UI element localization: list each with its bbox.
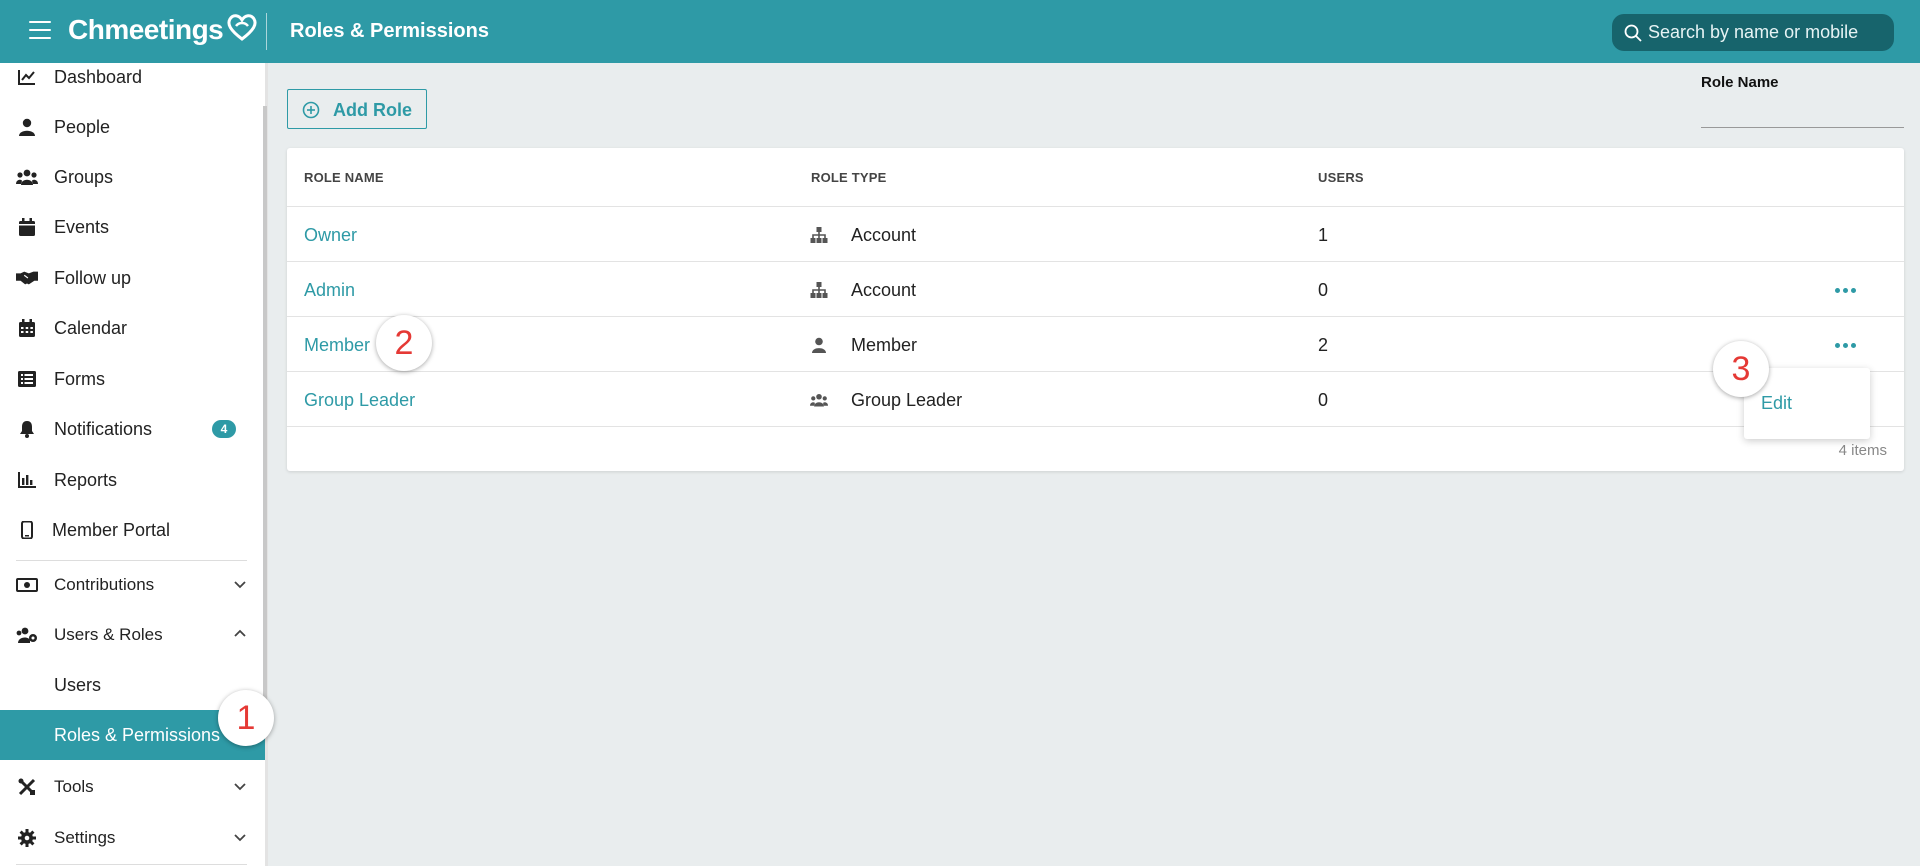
mobile-icon bbox=[16, 519, 38, 541]
bell-icon bbox=[16, 418, 38, 440]
column-header-role-name[interactable]: ROLE NAME bbox=[304, 170, 384, 185]
search-box[interactable] bbox=[1612, 14, 1894, 51]
sidebar-item-settings[interactable]: Settings bbox=[0, 813, 265, 863]
role-name-link[interactable]: Owner bbox=[304, 225, 357, 246]
sidebar-item-label: Events bbox=[54, 216, 110, 237]
role-type: Group Leader bbox=[851, 390, 963, 410]
tools-icon bbox=[16, 776, 38, 798]
sidebar-item-label: Groups bbox=[54, 166, 114, 187]
sidebar-item-forms[interactable]: Forms bbox=[0, 354, 265, 404]
edit-menu-item[interactable]: Edit bbox=[1761, 393, 1792, 414]
sidebar-item-groups[interactable]: Groups bbox=[0, 152, 265, 202]
logo-text: Chmeetings bbox=[68, 14, 224, 45]
top-bar: Chmeetings Roles & Permissions bbox=[0, 0, 1920, 63]
sidebar-item-label: Reports bbox=[54, 469, 118, 490]
sitemap-icon bbox=[810, 281, 828, 299]
users-icon bbox=[16, 166, 38, 188]
sidebar-item-label: Calendar bbox=[54, 317, 128, 338]
sidebar-item-contributions[interactable]: Contributions bbox=[0, 560, 265, 610]
page-title: Roles & Permissions bbox=[290, 20, 489, 42]
column-header-role-type[interactable]: ROLE TYPE bbox=[811, 170, 886, 185]
more-actions-icon[interactable] bbox=[1831, 337, 1859, 353]
more-actions-icon[interactable] bbox=[1831, 282, 1859, 298]
role-type: Account bbox=[851, 280, 917, 300]
handshake-icon bbox=[16, 267, 38, 289]
person-icon bbox=[16, 116, 38, 138]
table-row: Admin Account 0 bbox=[287, 262, 1904, 317]
chevron-down-icon[interactable] bbox=[233, 830, 247, 844]
role-type: Account bbox=[851, 225, 917, 245]
role-name-link[interactable]: Admin bbox=[304, 280, 355, 301]
calendar-icon bbox=[16, 216, 38, 238]
users-count: 1 bbox=[1318, 225, 1329, 245]
sidebar-item-notifications[interactable]: Notifications 4 bbox=[0, 404, 265, 454]
sidebar-item-tools[interactable]: Tools bbox=[0, 762, 265, 812]
table-row: Group Leader Group Leader 0 bbox=[287, 372, 1904, 427]
sidebar-item-follow-up[interactable]: Follow up bbox=[0, 253, 265, 303]
sidebar-item-label: Notifications bbox=[54, 418, 153, 439]
topbar-divider bbox=[266, 13, 267, 50]
chart-line-icon bbox=[16, 66, 38, 88]
sidebar-item-events[interactable]: Events bbox=[0, 202, 265, 252]
sidebar-item-label: Users bbox=[54, 674, 102, 695]
sidebar-item-label: Tools bbox=[54, 777, 94, 796]
calendar-grid-icon bbox=[16, 317, 38, 339]
sidebar-item-label: Dashboard bbox=[54, 66, 143, 87]
logo[interactable]: Chmeetings bbox=[68, 14, 259, 46]
plus-circle-icon bbox=[302, 101, 320, 119]
add-role-label: Add Role bbox=[333, 100, 412, 120]
chevron-down-icon[interactable] bbox=[233, 577, 247, 591]
sidebar-item-dashboard[interactable]: Dashboard bbox=[0, 63, 265, 102]
sidebar-scrollbar[interactable] bbox=[263, 106, 267, 726]
column-header-users[interactable]: USERS bbox=[1318, 170, 1364, 185]
sidebar-item-reports[interactable]: Reports bbox=[0, 455, 265, 505]
sidebar-item-label: Settings bbox=[54, 828, 116, 847]
roles-table: ROLE NAME ROLE TYPE USERS Owner Account … bbox=[287, 148, 1904, 471]
users-cog-icon bbox=[16, 624, 38, 646]
sitemap-icon bbox=[810, 226, 828, 244]
users-icon bbox=[810, 391, 828, 409]
table-header: ROLE NAME ROLE TYPE USERS bbox=[287, 148, 1904, 207]
chevron-down-icon[interactable] bbox=[233, 779, 247, 793]
sidebar-item-calendar[interactable]: Calendar bbox=[0, 303, 265, 353]
sidebar-item-label: Contributions bbox=[54, 575, 155, 594]
sidebar: Dashboard People Groups Events Follow up… bbox=[0, 63, 265, 866]
sidebar-item-member-portal[interactable]: Member Portal bbox=[0, 505, 265, 555]
chevron-up-icon[interactable] bbox=[233, 627, 247, 641]
role-name-filter-input[interactable] bbox=[1701, 100, 1904, 128]
users-count: 0 bbox=[1318, 280, 1329, 300]
search-icon bbox=[1624, 24, 1642, 42]
add-role-button[interactable]: Add Role bbox=[287, 89, 427, 129]
table-row: Member Member 2 bbox=[287, 317, 1904, 372]
sidebar-item-users-roles[interactable]: Users & Roles bbox=[0, 610, 265, 660]
role-name-filter-label: Role Name bbox=[1701, 74, 1779, 91]
step-marker-2: 2 bbox=[376, 315, 432, 371]
money-icon bbox=[16, 574, 38, 596]
table-row: Owner Account 1 bbox=[287, 207, 1904, 262]
sidebar-item-label: Users & Roles bbox=[54, 625, 163, 644]
logo-heart-icon bbox=[227, 14, 257, 41]
sidebar-item-label: Forms bbox=[54, 368, 105, 389]
role-type: Member bbox=[851, 335, 918, 355]
bar-chart-icon bbox=[16, 469, 38, 491]
users-count: 0 bbox=[1318, 390, 1329, 410]
person-icon bbox=[810, 336, 828, 354]
hamburger-menu-icon[interactable] bbox=[29, 21, 51, 41]
search-input[interactable] bbox=[1648, 22, 1888, 43]
sidebar-item-label: Roles & Permissions bbox=[54, 724, 221, 745]
role-name-link[interactable]: Group Leader bbox=[304, 390, 415, 411]
step-marker-1: 1 bbox=[218, 690, 274, 746]
sidebar-item-people[interactable]: People bbox=[0, 102, 265, 152]
item-count: 4 items bbox=[1838, 442, 1887, 459]
users-count: 2 bbox=[1318, 335, 1329, 355]
gear-icon bbox=[16, 827, 38, 849]
step-marker-3: 3 bbox=[1713, 341, 1769, 397]
list-icon bbox=[16, 368, 38, 390]
sidebar-item-label: Follow up bbox=[54, 267, 132, 288]
sidebar-divider bbox=[16, 864, 247, 865]
sidebar-item-label: Member Portal bbox=[52, 519, 171, 540]
role-name-link[interactable]: Member bbox=[304, 335, 370, 356]
notification-badge: 4 bbox=[212, 420, 236, 438]
sidebar-item-label: People bbox=[54, 116, 111, 137]
